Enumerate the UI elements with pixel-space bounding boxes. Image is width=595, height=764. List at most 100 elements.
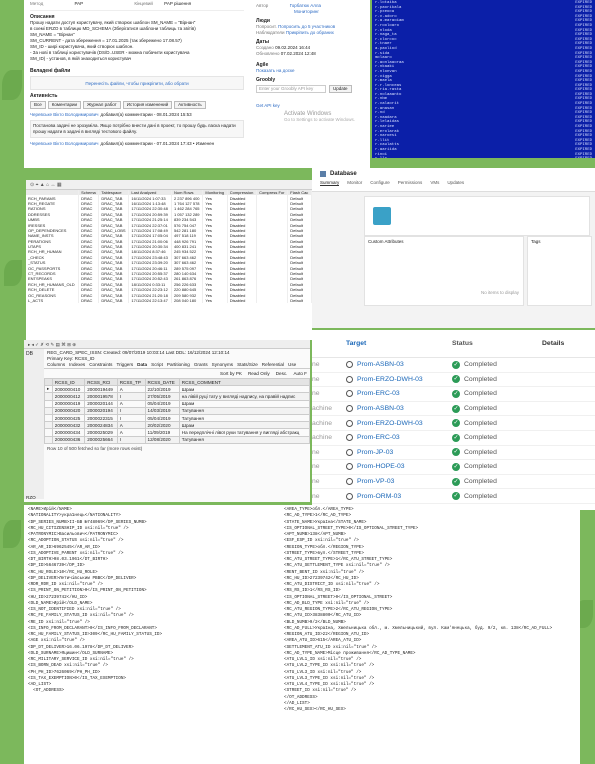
api-key-input[interactable]: Enter your Groobly API key: [256, 85, 326, 93]
table-row[interactable]: 2000000412 2000019578 I 27/05/2019 на лівій …: [44, 392, 310, 401]
editor-toolbar[interactable]: ▸ ◂ ✓ ✗ ⟲ ✎ ▤ ⌘ ⊞ ⊕: [24, 340, 310, 349]
details-column-header[interactable]: Details: [542, 340, 595, 347]
editor-option[interactable]: Sort by PK: [220, 371, 242, 376]
column-header[interactable]: RCSS_RCI: [84, 377, 118, 387]
editor-tab[interactable]: Referential: [262, 362, 284, 367]
table-cell[interactable]: Татування: [178, 406, 310, 415]
table-cell[interactable]: 2000019449: [84, 385, 118, 394]
editor-tab[interactable]: Triggers: [116, 362, 133, 367]
grid-toolbar[interactable]: ⊙ ⌖ ▲ ⌂ ↔ ▦: [26, 180, 312, 190]
table-cell[interactable]: на лівій руці тату у вигляді надпису, на…: [178, 392, 310, 401]
table-cell[interactable]: 2000025029: [84, 428, 118, 437]
activity-tab[interactable]: История изменений: [122, 101, 173, 109]
table-cell[interactable]: Татування: [178, 413, 310, 423]
target-cell[interactable]: Prom-ERC-03: [346, 390, 452, 398]
table-cell[interactable]: Шрам: [178, 399, 310, 408]
table-cell[interactable]: I: [116, 392, 146, 401]
tab-configure[interactable]: Configure: [370, 180, 390, 185]
target-name[interactable]: Prom-ASBN-03: [357, 361, 404, 368]
table-cell[interactable]: 05/04/2019: [144, 399, 180, 408]
deployment-row[interactable]: ne Prom-ASBN-03 ✓ Completed: [312, 358, 595, 373]
update-button[interactable]: Update: [329, 85, 352, 93]
deployment-row[interactable]: ne Prom-ERZO-DWH-03 ✓ Completed: [312, 373, 595, 388]
editor-option[interactable]: Read Only: [248, 371, 270, 376]
table-cell[interactable]: 2000000420: [51, 406, 86, 415]
comment-author[interactable]: Черевське Вікто Володимирович: [30, 112, 98, 117]
target-column-header[interactable]: Target: [346, 340, 452, 347]
target-cell[interactable]: Prom-ASBN-03: [346, 361, 452, 369]
activity-tab[interactable]: Активность: [174, 101, 206, 109]
table-cell[interactable]: I: [116, 406, 146, 415]
target-cell[interactable]: Prom-ERZO-DWH-03: [346, 419, 452, 427]
column-header[interactable]: RCSS_DATE: [144, 377, 180, 387]
deployment-row[interactable]: ne Prom-JP-03 ✓ Completed: [312, 446, 595, 461]
table-cell[interactable]: [44, 413, 53, 423]
table-cell[interactable]: 14/03/2019: [144, 406, 180, 415]
table-cell[interactable]: 2000000425: [51, 413, 86, 423]
table-cell[interactable]: 11/09/2019: [144, 428, 180, 437]
deployment-row[interactable]: ne Prom-ERC-03 ✓ Completed: [312, 387, 595, 402]
editor-tab[interactable]: Data: [137, 362, 148, 367]
column-header[interactable]: RCSS_COMMENT: [178, 377, 310, 387]
tab-permissions[interactable]: Permissions: [398, 180, 423, 185]
target-cell[interactable]: Prom-VP-03: [346, 478, 452, 486]
editor-option[interactable]: Desc.: [276, 371, 288, 376]
table-cell[interactable]: [44, 406, 53, 415]
activity-tab[interactable]: Коментарии: [47, 101, 82, 109]
get-api-key-link[interactable]: Get API key: [256, 103, 366, 109]
target-cell[interactable]: Prom-ORM-03: [346, 492, 452, 500]
column-header[interactable]: RCSS_ID: [51, 377, 86, 387]
table-cell[interactable]: 2000000410: [51, 385, 86, 394]
table-cell[interactable]: 22/10/2019: [144, 385, 180, 394]
table-cell[interactable]: A: [116, 385, 146, 394]
activity-tab[interactable]: Журнал работ: [83, 101, 121, 109]
table-cell[interactable]: I: [116, 435, 146, 444]
target-name[interactable]: Prom-JP-03: [357, 449, 393, 456]
table-cell[interactable]: A: [116, 421, 146, 430]
activity-tab[interactable]: Все: [30, 101, 46, 109]
table-row[interactable]: ▸ 2000000410 2000019449 A 22/10/2019 Шрам: [44, 385, 310, 394]
table-cell[interactable]: I: [116, 413, 146, 423]
deployment-row[interactable]: ne Prom-HOPE-03 ✓ Completed: [312, 460, 595, 475]
target-cell[interactable]: Prom-ASBN-03: [346, 405, 452, 413]
target-name[interactable]: Prom-ERZO-DWH-03: [357, 376, 423, 383]
deployment-row[interactable]: ne Prom-ORM-03 ✓ Completed: [312, 489, 595, 504]
table-cell[interactable]: 2000019578: [84, 392, 118, 401]
table-cell[interactable]: [44, 392, 53, 401]
table-cell[interactable]: 27/05/2019: [144, 392, 180, 401]
table-cell[interactable]: 2000000436: [51, 435, 86, 444]
editor-tab[interactable]: Grants: [194, 362, 208, 367]
column-header[interactable]: Monitoring: [202, 190, 228, 196]
table-cell[interactable]: 2000000432: [51, 421, 86, 430]
target-name[interactable]: Prom-ERZO-DWH-03: [357, 420, 423, 427]
monitor-link[interactable]: Мониторинг: [294, 9, 366, 15]
column-header[interactable]: Schema: [78, 190, 100, 196]
editor-tab[interactable]: Partitioning: [167, 362, 190, 367]
table-row[interactable]: 2000000436 2000025664 I 12/08/2020 Татування: [44, 435, 310, 444]
table-cell[interactable]: Шрам: [178, 421, 310, 430]
column-header[interactable]: Compression: [227, 190, 258, 196]
table-cell[interactable]: 05/04/2019: [144, 413, 180, 423]
deployment-row[interactable]: ne Prom-VP-03 ✓ Completed: [312, 475, 595, 490]
table-cell[interactable]: 2000000434: [51, 428, 86, 437]
editor-tab[interactable]: Stats/Size: [237, 362, 258, 367]
table-cell[interactable]: Татування: [178, 435, 310, 444]
assignee-link[interactable]: Попросить до 5 участников: [278, 24, 335, 29]
table-cell[interactable]: 12/08/2020: [144, 435, 180, 444]
target-name[interactable]: Prom-ASBN-03: [357, 405, 404, 412]
deployment-row[interactable]: achine Prom-ERC-03 ✓ Completed: [312, 431, 595, 446]
tab-vms[interactable]: VMs: [430, 180, 439, 185]
target-name[interactable]: Prom-ORM-03: [357, 493, 401, 500]
file-drop-zone[interactable]: Перенесіть файли, чтобы прикріпити, або …: [30, 76, 244, 90]
status-column-header[interactable]: Status: [452, 340, 542, 347]
table-cell[interactable]: 2000022315: [84, 413, 118, 423]
editor-tab[interactable]: Synonyms: [212, 362, 233, 367]
editor-option[interactable]: Auto F: [293, 371, 307, 376]
target-name[interactable]: Prom-VP-03: [357, 478, 394, 485]
editor-tab[interactable]: Indexes: [69, 362, 85, 367]
editor-tab[interactable]: Script: [151, 362, 163, 367]
table-cell[interactable]: [44, 399, 53, 408]
target-cell[interactable]: Prom-JP-03: [346, 448, 452, 456]
table-cell[interactable]: 2000024834: [84, 421, 118, 430]
deployment-row[interactable]: achine Prom-ASBN-03 ✓ Completed: [312, 402, 595, 417]
